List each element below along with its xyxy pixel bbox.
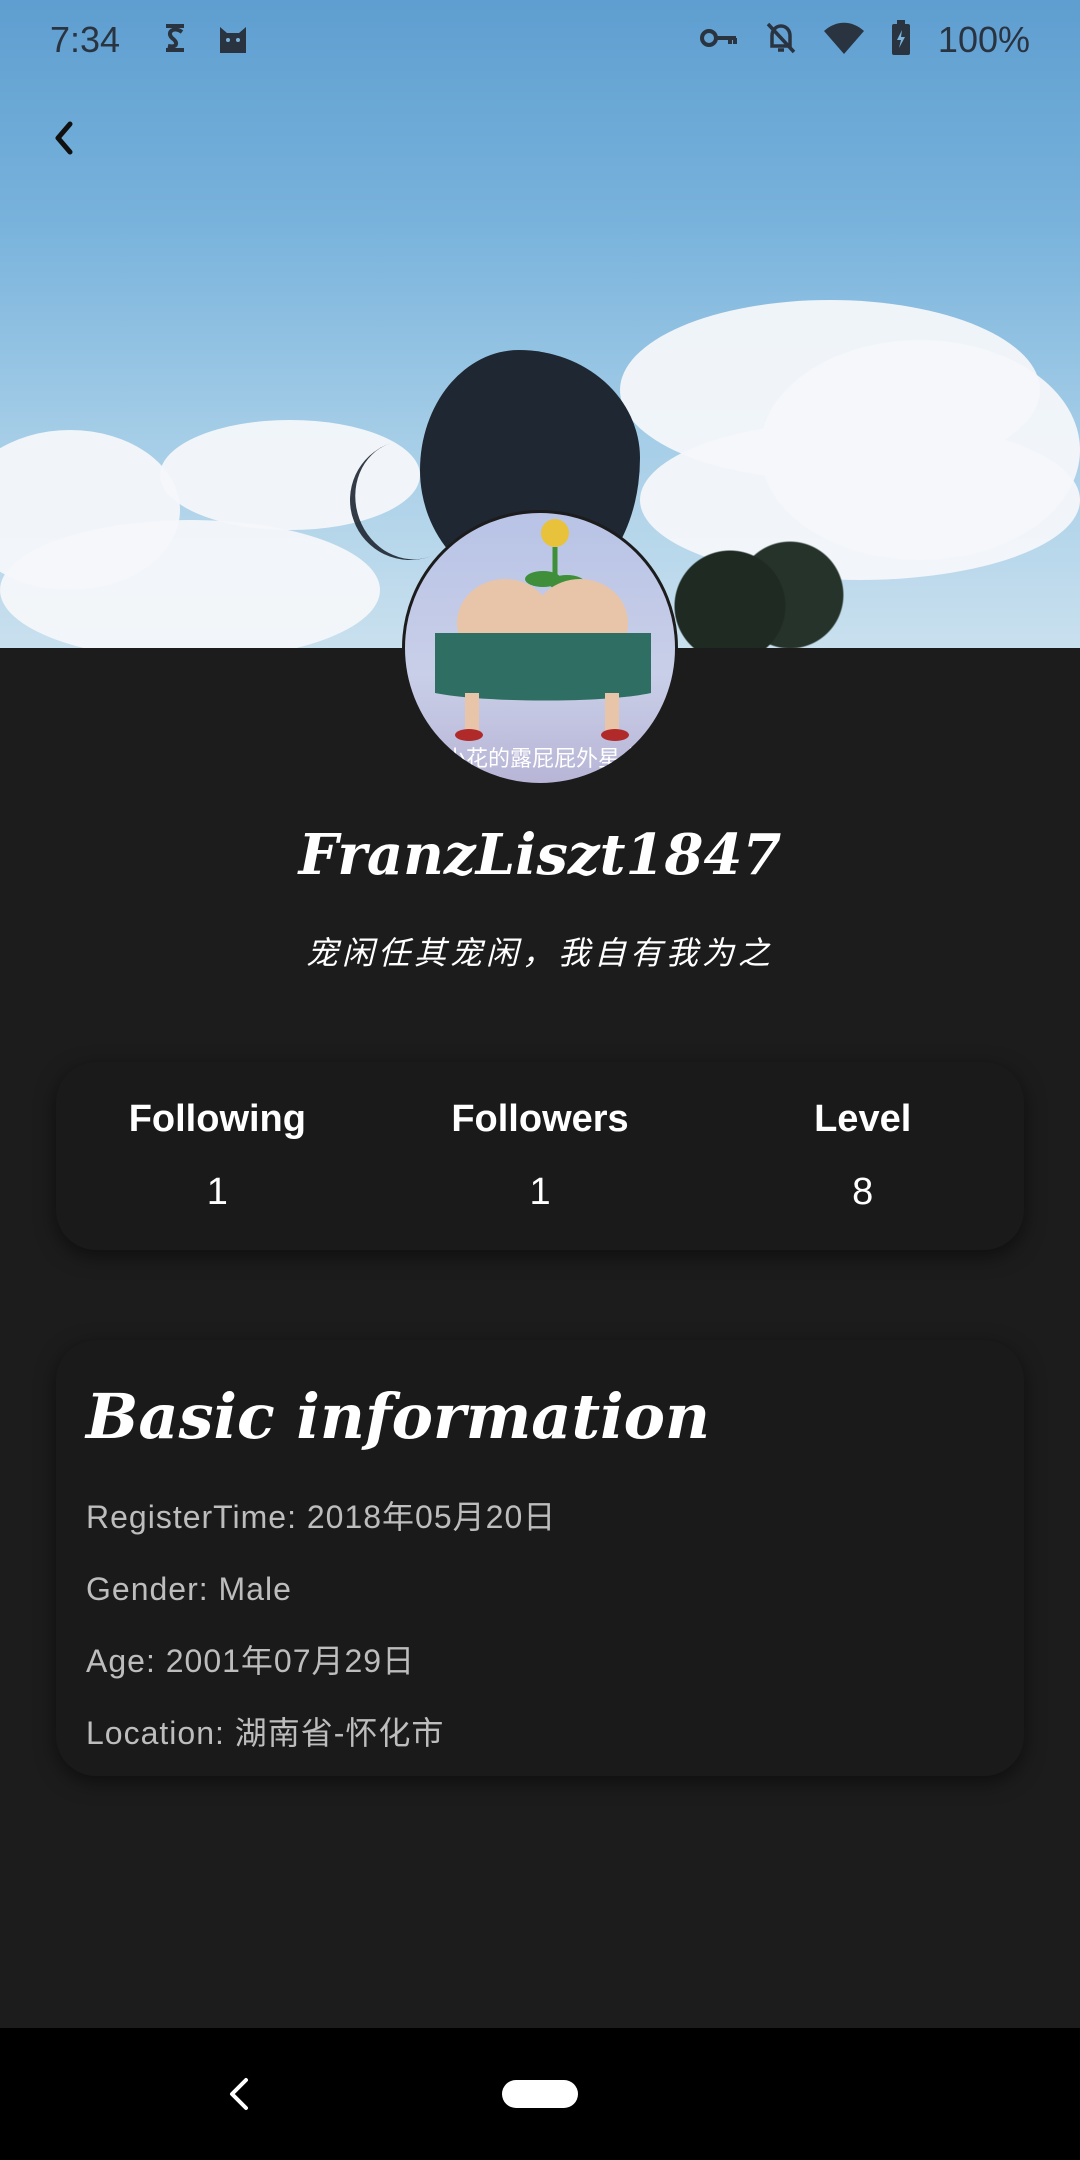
status-time: 7:34 [50,19,121,60]
battery-percentage: 100% [937,19,1030,60]
nav-home-pill[interactable] [502,2080,578,2108]
stats-card: Following 1 Followers 1 Level 8 [56,1062,1024,1250]
cat-icon [216,21,250,60]
info-age: Age: 2001年07月29日 [86,1643,416,1679]
stat-label: Level [814,1098,912,1140]
nav-back-button[interactable] [220,2074,260,2114]
username: FranzLiszt1847 [298,822,782,888]
battery-icon [890,19,912,61]
info-gender: Gender: Male [86,1571,292,1607]
stat-level[interactable]: Level 8 [701,1062,1024,1250]
stat-label: Following [128,1098,306,1140]
wifi-icon [823,22,864,59]
stat-value: 8 [852,1171,874,1213]
stat-following[interactable]: Following 1 [56,1062,379,1250]
stat-value: 1 [529,1171,551,1213]
stat-label: Followers [451,1098,629,1140]
system-navigation-bar [0,2028,1080,2160]
chevron-left-icon [55,121,73,155]
chevron-left-icon [230,2078,248,2110]
info-location: Location: 湖南省-怀化市 [86,1715,445,1751]
stat-followers[interactable]: Followers 1 [379,1062,702,1250]
back-button[interactable] [36,110,92,166]
basic-info-title: Basic information [86,1380,711,1453]
vpn-key-icon [699,26,738,55]
stat-value: 1 [206,1171,228,1213]
info-register-time: RegisterTime: 2018年05月20日 [86,1499,557,1535]
notifications-off-icon [764,20,798,61]
avatar[interactable]: 小花的露屁屁外星人 [402,510,678,786]
status-bar: 7:34 100% [0,0,1080,80]
basic-info-card: Basic information RegisterTime: 2018年05月… [56,1340,1024,1776]
avatar-caption: 小花的露屁屁外星人 [443,747,642,772]
bio: 宠闲任其宠闲，我自有我为之 [305,934,774,972]
subscription-icon [160,20,190,61]
